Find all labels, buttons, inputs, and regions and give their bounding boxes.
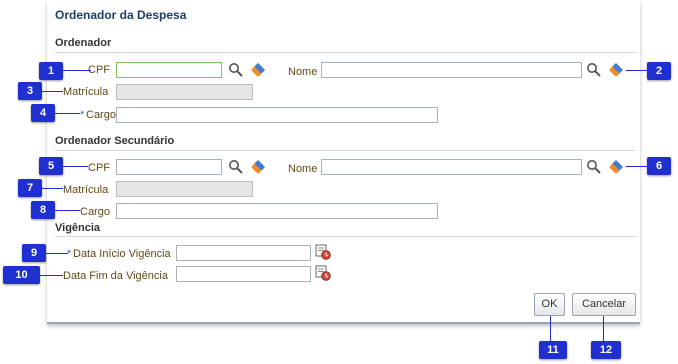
callout-5: 5 <box>39 157 63 175</box>
nome-label: Nome <box>288 66 318 78</box>
search-icon[interactable] <box>586 159 602 175</box>
cpf-secundario-label: CPF <box>88 162 110 174</box>
eraser-icon[interactable] <box>250 62 266 78</box>
callout-line <box>63 166 88 167</box>
ok-button[interactable]: OK <box>534 293 565 316</box>
section-divider <box>55 236 635 237</box>
callout-11: 11 <box>539 341 567 359</box>
eraser-icon[interactable] <box>608 62 624 78</box>
section-divider <box>55 150 635 151</box>
cpf-secundario-input[interactable] <box>116 159 222 175</box>
cargo-input[interactable] <box>116 107 438 123</box>
callout-line <box>42 91 63 92</box>
callout-line <box>550 316 551 341</box>
cpf-input[interactable] <box>116 62 222 78</box>
eraser-icon[interactable] <box>250 159 266 175</box>
matricula-input <box>116 84 253 100</box>
data-inicio-required-marker: * <box>67 248 72 260</box>
cancel-button[interactable]: Cancelar <box>572 293 636 316</box>
callout-12: 12 <box>591 341 621 359</box>
data-inicio-input[interactable] <box>176 245 311 261</box>
callout-line <box>626 166 647 167</box>
callout-9: 9 <box>22 244 46 262</box>
callout-line <box>40 275 63 276</box>
callout-6: 6 <box>647 157 671 175</box>
matricula-secundario-label: Matrícula <box>63 184 109 196</box>
callout-line <box>603 316 604 341</box>
callout-line <box>55 113 80 114</box>
cargo-required-marker: * <box>80 109 85 121</box>
search-icon[interactable] <box>586 62 602 78</box>
callout-1: 1 <box>39 62 63 80</box>
data-inicio-label: Data Início Vigência <box>73 248 171 260</box>
ordenador-dialog: Ordenador da Despesa Ordenador * CPF Nom… <box>47 0 640 324</box>
callout-8: 8 <box>31 201 55 219</box>
dialog-title: Ordenador da Despesa <box>55 8 187 22</box>
section-ordenador-heading: Ordenador <box>55 37 112 49</box>
callout-10: 10 <box>3 266 40 284</box>
nome-input[interactable] <box>321 62 582 78</box>
nome-secundario-label: Nome <box>288 163 318 175</box>
callout-3: 3 <box>18 82 42 100</box>
cpf-label: CPF <box>88 64 110 76</box>
matricula-secundario-input <box>116 181 253 197</box>
search-icon[interactable] <box>228 62 244 78</box>
search-icon[interactable] <box>228 159 244 175</box>
callout-line <box>626 70 647 71</box>
data-fim-label: Data Fim da Vigência <box>63 270 168 282</box>
callout-7: 7 <box>18 179 42 197</box>
callout-line <box>55 210 80 211</box>
nome-secundario-input[interactable] <box>321 159 582 175</box>
section-vigencia-heading: Vigência <box>55 222 101 234</box>
callout-2: 2 <box>647 62 671 80</box>
callout-line <box>63 70 91 71</box>
data-fim-input[interactable] <box>176 266 311 282</box>
section-divider <box>55 52 635 53</box>
callout-line <box>46 253 68 254</box>
callout-line <box>42 188 63 189</box>
cargo-secundario-label: Cargo <box>80 206 110 218</box>
cargo-label: Cargo <box>86 109 116 121</box>
cargo-secundario-input[interactable] <box>116 203 438 219</box>
calendar-icon[interactable] <box>315 244 331 260</box>
matricula-label: Matrícula <box>63 86 109 98</box>
callout-4: 4 <box>31 104 55 122</box>
section-secundario-heading: Ordenador Secundário <box>55 135 175 147</box>
eraser-icon[interactable] <box>608 159 624 175</box>
calendar-icon[interactable] <box>315 265 331 281</box>
